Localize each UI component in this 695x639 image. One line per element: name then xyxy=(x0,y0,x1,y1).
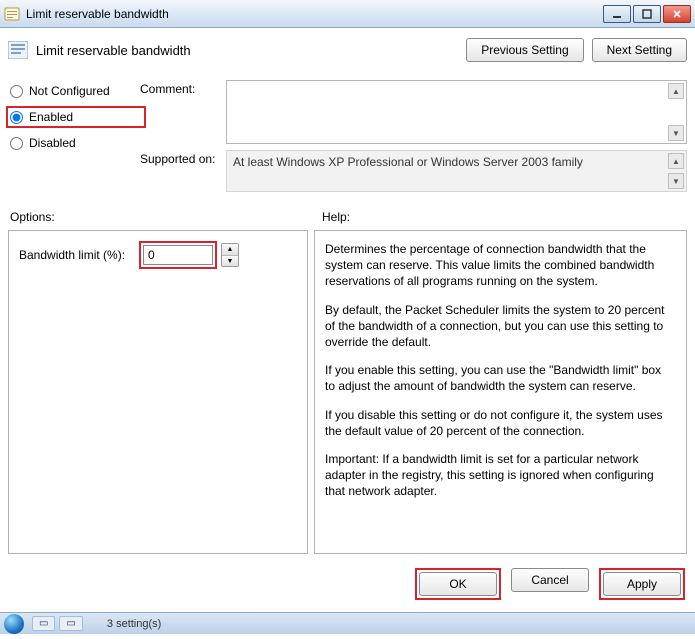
bandwidth-spinner: ▲ ▼ xyxy=(221,243,239,267)
previous-setting-button[interactable]: Previous Setting xyxy=(466,38,583,62)
radio-not-configured-input[interactable] xyxy=(10,85,23,98)
task-item[interactable]: ▭ xyxy=(32,616,55,631)
spin-up-button[interactable]: ▲ xyxy=(222,244,238,255)
enabled-highlight: Enabled xyxy=(6,106,146,128)
radio-column: Not Configured Enabled Disabled xyxy=(10,80,140,198)
spin-down-button[interactable]: ▼ xyxy=(222,255,238,266)
cancel-button[interactable]: Cancel xyxy=(511,568,589,592)
help-p3: If you enable this setting, you can use … xyxy=(325,362,666,394)
help-p2: By default, the Packet Scheduler limits … xyxy=(325,302,666,351)
comment-label: Comment: xyxy=(140,80,226,96)
close-button[interactable] xyxy=(663,5,691,23)
taskbar: ▭ ▭ 3 setting(s) xyxy=(0,612,695,634)
scroll-up-icon[interactable]: ▲ xyxy=(668,83,684,99)
apply-highlight: Apply xyxy=(599,568,685,600)
dialog-footer: OK Cancel Apply xyxy=(0,554,695,612)
panels-row: Bandwidth limit (%): ▲ ▼ Determines the … xyxy=(0,230,695,554)
apply-button[interactable]: Apply xyxy=(603,572,681,596)
radio-enabled-label: Enabled xyxy=(29,110,73,124)
section-labels: Options: Help: xyxy=(0,202,695,230)
options-heading: Options: xyxy=(10,210,310,224)
bandwidth-input-highlight xyxy=(139,241,217,269)
taskbar-status: 3 setting(s) xyxy=(107,618,161,630)
policy-icon xyxy=(4,6,20,22)
radio-disabled-input[interactable] xyxy=(10,137,23,150)
supported-value: At least Windows XP Professional or Wind… xyxy=(233,155,583,169)
help-heading: Help: xyxy=(310,210,685,224)
bandwidth-input[interactable] xyxy=(143,245,213,265)
ok-highlight: OK xyxy=(415,568,501,600)
help-text: Determines the percentage of connection … xyxy=(325,241,666,499)
radio-disabled-label: Disabled xyxy=(29,136,76,150)
scroll-down-icon[interactable]: ▼ xyxy=(668,173,684,189)
comment-row: Comment: ▲ ▼ xyxy=(140,80,687,144)
help-p5: Important: If a bandwidth limit is set f… xyxy=(325,451,666,500)
minimize-button[interactable] xyxy=(603,5,631,23)
ok-button[interactable]: OK xyxy=(419,572,497,596)
radio-enabled-input[interactable] xyxy=(10,111,23,124)
header-row: Limit reservable bandwidth Previous Sett… xyxy=(0,28,695,68)
titlebar: Limit reservable bandwidth xyxy=(0,0,695,28)
settings-list-icon xyxy=(8,41,28,59)
field-column: Comment: ▲ ▼ Supported on: At least Wind… xyxy=(140,80,687,198)
help-p1: Determines the percentage of connection … xyxy=(325,241,666,290)
help-p4: If you disable this setting or do not co… xyxy=(325,407,666,439)
window-buttons xyxy=(603,5,691,23)
help-panel: Determines the percentage of connection … xyxy=(314,230,687,554)
page-title: Limit reservable bandwidth xyxy=(36,43,458,58)
task-item[interactable]: ▭ xyxy=(59,616,82,631)
scroll-down-icon[interactable]: ▼ xyxy=(668,125,684,141)
config-area: Not Configured Enabled Disabled Comment:… xyxy=(0,68,695,202)
bandwidth-row: Bandwidth limit (%): ▲ ▼ xyxy=(19,241,297,269)
scroll-up-icon[interactable]: ▲ xyxy=(668,153,684,169)
options-panel: Bandwidth limit (%): ▲ ▼ xyxy=(8,230,308,554)
next-setting-button[interactable]: Next Setting xyxy=(592,38,687,62)
start-orb-icon[interactable] xyxy=(4,614,24,634)
radio-disabled[interactable]: Disabled xyxy=(10,136,140,150)
supported-label: Supported on: xyxy=(140,150,226,166)
comment-textarea[interactable]: ▲ ▼ xyxy=(226,80,687,144)
supported-row: Supported on: At least Windows XP Profes… xyxy=(140,150,687,192)
window-title: Limit reservable bandwidth xyxy=(26,7,603,21)
bandwidth-label: Bandwidth limit (%): xyxy=(19,248,139,262)
radio-enabled[interactable]: Enabled xyxy=(10,110,140,124)
radio-not-configured-label: Not Configured xyxy=(29,84,110,98)
maximize-button[interactable] xyxy=(633,5,661,23)
supported-box: At least Windows XP Professional or Wind… xyxy=(226,150,687,192)
radio-not-configured[interactable]: Not Configured xyxy=(10,84,140,98)
